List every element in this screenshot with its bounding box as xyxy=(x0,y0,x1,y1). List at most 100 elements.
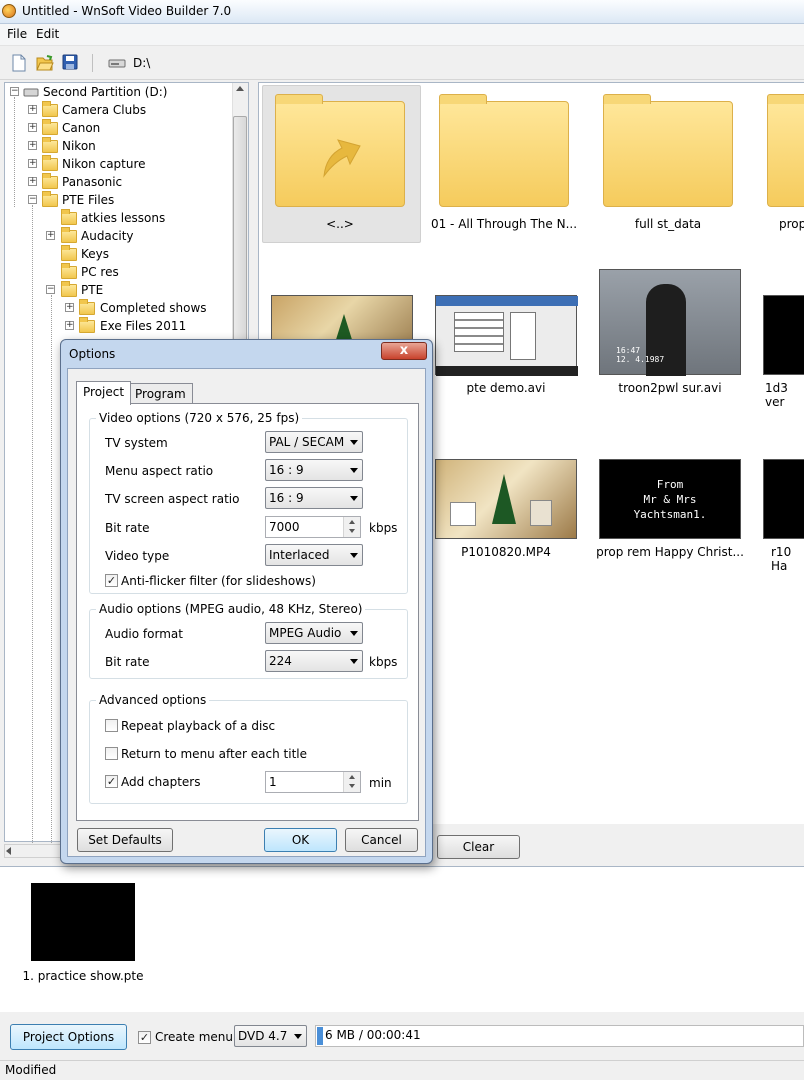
file-label: pte demo.avi xyxy=(466,381,546,395)
video-type-label: Video type xyxy=(105,549,170,563)
project-tab-panel: Video options (720 x 576, 25 fps) TV sys… xyxy=(76,403,419,821)
tv-aspect-select[interactable]: 16 : 9 xyxy=(265,487,363,509)
add-chapters-label: Add chapters xyxy=(121,775,201,789)
scroll-up-icon[interactable] xyxy=(236,86,244,91)
app-icon xyxy=(2,4,16,18)
tv-aspect-label: TV screen aspect ratio xyxy=(105,492,240,506)
folder-icon xyxy=(79,299,95,315)
dialog-body: Project Program Video options (720 x 576… xyxy=(67,368,426,857)
video-thumbnail-prop-rem[interactable]: From Mr & Mrs Yachtsman1. xyxy=(599,459,741,539)
return-menu-label: Return to menu after each title xyxy=(121,747,308,761)
open-folder-icon[interactable] xyxy=(36,54,54,72)
video-thumbnail[interactable] xyxy=(763,459,804,539)
thumb-timestamp: 16:47 12. 4.1987 xyxy=(616,346,665,364)
file-label: full st_data xyxy=(634,217,702,231)
folder-icon xyxy=(42,173,58,189)
project-thumbnail[interactable] xyxy=(31,883,135,961)
video-thumbnail[interactable] xyxy=(763,295,804,375)
project-options-button[interactable]: Project Options xyxy=(10,1024,127,1050)
file-label: <..> xyxy=(326,217,354,231)
project-pane: 1. practice show.pte xyxy=(0,866,804,1012)
audio-format-select[interactable]: MPEG Audio xyxy=(265,622,363,644)
folder-icon xyxy=(42,155,58,171)
drive-label: D:\ xyxy=(133,56,151,70)
chevron-down-icon xyxy=(294,1034,302,1039)
chevron-down-icon xyxy=(350,496,358,501)
audio-options-group: Audio options (MPEG audio, 48 KHz, Stere… xyxy=(89,602,408,679)
chevron-down-icon xyxy=(350,468,358,473)
scroll-left-icon[interactable] xyxy=(6,847,11,855)
video-type-select[interactable]: Interlaced xyxy=(265,544,363,566)
up-folder-icon[interactable] xyxy=(275,94,405,207)
chapters-interval-input[interactable]: 1 xyxy=(265,771,361,793)
disc-usage-bar: 6 MB / 00:00:41 xyxy=(315,1025,804,1047)
tab-project[interactable]: Project xyxy=(76,381,132,405)
tab-program[interactable]: Program xyxy=(128,383,193,405)
menu-aspect-select[interactable]: 16 : 9 xyxy=(265,459,363,481)
close-icon[interactable]: x xyxy=(381,342,427,360)
file-label: troon2pwl sur.avi xyxy=(618,381,722,395)
menu-edit[interactable]: Edit xyxy=(36,27,59,41)
drive-icon xyxy=(108,54,126,72)
folder-icon xyxy=(42,101,58,117)
folder-icon xyxy=(61,281,77,297)
bottom-controls: Project Options ✓ Create menu DVD 4.7 6 … xyxy=(0,1012,804,1060)
audio-format-label: Audio format xyxy=(105,627,183,641)
create-menu-label: Create menu xyxy=(155,1030,233,1044)
audio-bitrate-unit: kbps xyxy=(369,655,398,669)
chevron-down-icon xyxy=(350,631,358,636)
menu-aspect-label: Menu aspect ratio xyxy=(105,464,214,478)
tree-line xyxy=(51,295,52,845)
tv-system-select[interactable]: PAL / SECAM xyxy=(265,431,363,453)
repeat-playback-label: Repeat playback of a disc xyxy=(121,719,276,733)
clear-button[interactable]: Clear xyxy=(437,835,520,859)
set-defaults-button[interactable]: Set Defaults xyxy=(77,828,173,852)
folder-icon[interactable] xyxy=(439,94,569,207)
anti-flicker-checkbox[interactable]: ✓ xyxy=(105,574,118,587)
file-label: 01 - All Through The N... xyxy=(430,217,578,231)
folder-icon xyxy=(61,245,77,261)
video-bitrate-unit: kbps xyxy=(369,521,398,535)
folder-icon[interactable] xyxy=(603,94,733,207)
folder-icon[interactable] xyxy=(767,94,804,207)
new-file-icon[interactable] xyxy=(11,54,29,72)
folder-icon xyxy=(61,209,77,225)
chapters-unit: min xyxy=(369,776,392,790)
return-menu-checkbox[interactable] xyxy=(105,747,118,760)
title-bar: Untitled - WnSoft Video Builder 7.0 xyxy=(0,0,804,24)
folder-icon xyxy=(42,119,58,135)
add-chapters-checkbox[interactable]: ✓ xyxy=(105,775,118,788)
audio-bitrate-select[interactable]: 224 xyxy=(265,650,363,672)
advanced-options-group: Advanced options Repeat playback of a di… xyxy=(89,693,408,804)
tree-item-label: Second Partition (D:) xyxy=(43,85,168,99)
tree-line xyxy=(14,97,15,207)
folder-icon xyxy=(42,191,58,207)
menu-file[interactable]: File xyxy=(7,27,27,41)
chevron-down-icon xyxy=(350,659,358,664)
status-text: Modified xyxy=(5,1063,57,1077)
video-bitrate-label: Bit rate xyxy=(105,521,150,535)
toolbar: D:\ xyxy=(0,46,804,80)
window-title: Untitled - WnSoft Video Builder 7.0 xyxy=(22,4,232,18)
video-bitrate-input[interactable]: 7000 xyxy=(265,516,361,538)
chevron-down-icon xyxy=(350,440,358,445)
video-thumbnail-pte-demo[interactable] xyxy=(435,295,578,376)
spinner-icon xyxy=(343,517,360,537)
save-icon[interactable] xyxy=(62,54,80,72)
ok-button[interactable]: OK xyxy=(264,828,337,852)
file-label: 1d3 ver xyxy=(765,381,788,409)
audio-options-title: Audio options (MPEG audio, 48 KHz, Stere… xyxy=(96,602,366,616)
dialog-title: Options xyxy=(69,347,116,361)
video-options-title: Video options (720 x 576, 25 fps) xyxy=(96,411,303,425)
create-menu-checkbox[interactable]: ✓ xyxy=(138,1031,151,1044)
menu-bar: File Edit xyxy=(0,24,804,46)
video-thumbnail-p1010820[interactable] xyxy=(435,459,577,539)
advanced-options-title: Advanced options xyxy=(96,693,210,707)
disc-type-select[interactable]: DVD 4.7 xyxy=(234,1025,307,1047)
thumb-text: Mr & Mrs xyxy=(643,493,697,506)
folder-icon xyxy=(42,137,58,153)
video-thumbnail-troon2pwl[interactable]: 16:47 12. 4.1987 xyxy=(599,269,741,376)
repeat-playback-checkbox[interactable] xyxy=(105,719,118,732)
cancel-button[interactable]: Cancel xyxy=(345,828,418,852)
audio-bitrate-label: Bit rate xyxy=(105,655,150,669)
